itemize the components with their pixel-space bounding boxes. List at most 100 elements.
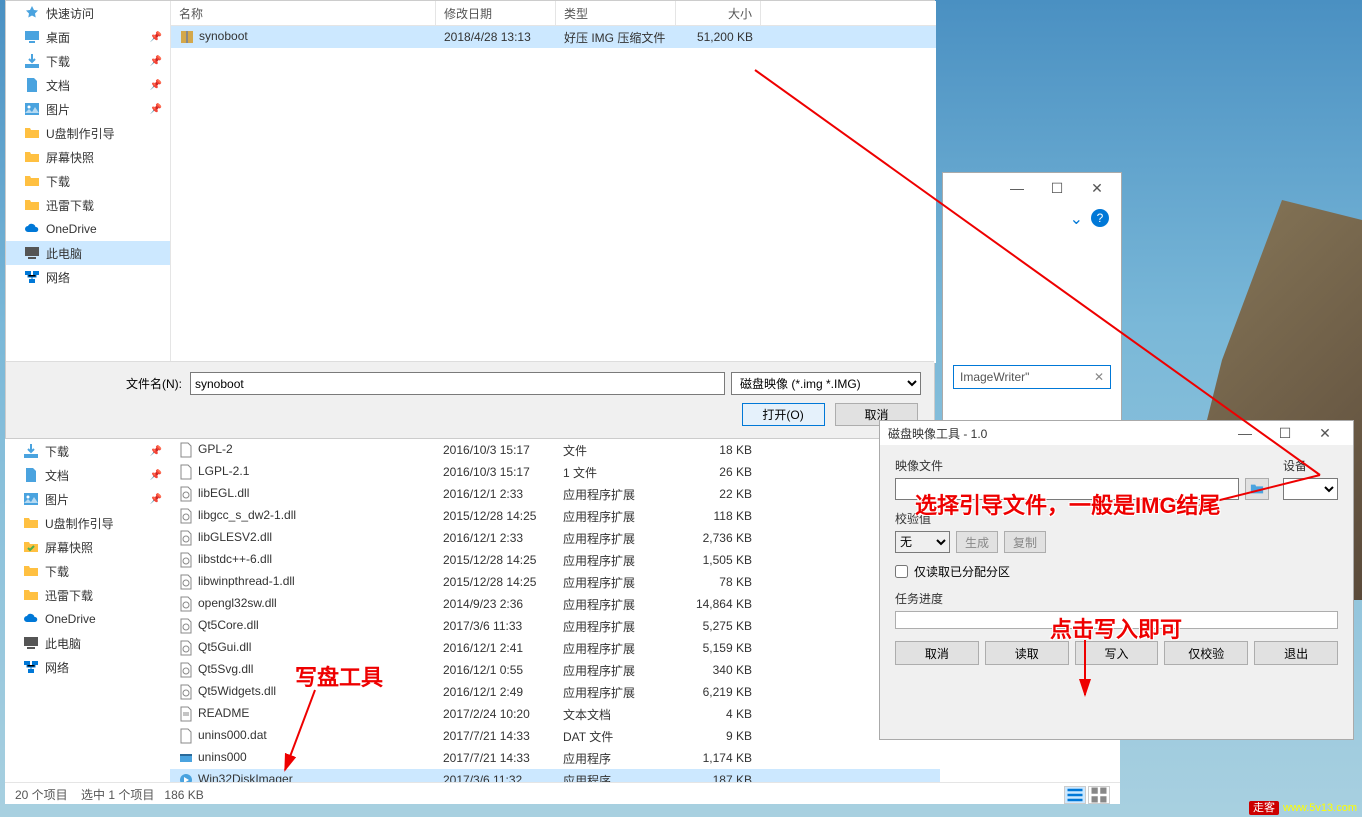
- file-row[interactable]: unins0002017/7/21 14:33应用程序1,174 KB: [170, 747, 940, 769]
- col-date-header[interactable]: 修改日期: [436, 1, 556, 25]
- file-row[interactable]: Qt5Svg.dll2016/12/1 0:55应用程序扩展340 KB: [170, 659, 940, 681]
- sidebar-item-10[interactable]: 此电脑: [6, 241, 170, 265]
- file-row[interactable]: LGPL-2.12016/10/3 15:171 文件26 KB: [170, 461, 940, 483]
- chevron-down-icon[interactable]: ⌄: [1070, 209, 1083, 229]
- dll-icon: [178, 640, 194, 656]
- sidebar-item-8[interactable]: 此电脑: [5, 631, 170, 655]
- col-name-header[interactable]: 名称: [171, 1, 436, 25]
- computer-icon: [24, 245, 40, 261]
- sidebar-item-label: 快速访问: [46, 5, 94, 22]
- hash-copy-button[interactable]: 复制: [1004, 531, 1046, 553]
- file-name: libgcc_s_dw2-1.dll: [198, 508, 296, 522]
- search-input[interactable]: ImageWriter" ✕: [953, 365, 1111, 389]
- file-row[interactable]: libgcc_s_dw2-1.dll2015/12/28 14:25应用程序扩展…: [170, 505, 940, 527]
- imager-maximize-button[interactable]: ☐: [1265, 419, 1305, 447]
- sidebar-item-label: 网络: [45, 659, 69, 676]
- sidebar-item-5[interactable]: 下载: [5, 559, 170, 583]
- sidebar-item-7[interactable]: 下载: [6, 169, 170, 193]
- imager-exit-button[interactable]: 退出: [1254, 641, 1338, 665]
- folder-icon: [24, 149, 40, 165]
- file-row[interactable]: Qt5Widgets.dll2016/12/1 2:49应用程序扩展6,219 …: [170, 681, 940, 703]
- file-size: 1,505 KB: [675, 551, 760, 569]
- sidebar-item-label: 下载: [45, 443, 69, 460]
- file-row[interactable]: libGLESV2.dll2016/12/1 2:33应用程序扩展2,736 K…: [170, 527, 940, 549]
- file-row[interactable]: GPL-22016/10/3 15:17文件18 KB: [170, 439, 940, 461]
- folder-icon: [23, 587, 39, 603]
- filelist-header: 名称 修改日期 类型 大小: [171, 1, 936, 26]
- close-button[interactable]: ✕: [1077, 174, 1117, 202]
- open-button[interactable]: 打开(O): [742, 403, 825, 426]
- sidebar-item-6[interactable]: 迅雷下载: [5, 583, 170, 607]
- file-row[interactable]: Qt5Gui.dll2016/12/1 2:41应用程序扩展5,159 KB: [170, 637, 940, 659]
- imager-write-button[interactable]: 写入: [1075, 641, 1159, 665]
- file-row[interactable]: README2017/2/24 10:20文本文档4 KB: [170, 703, 940, 725]
- clear-search-icon[interactable]: ✕: [1094, 370, 1104, 384]
- view-large-icon[interactable]: [1088, 786, 1110, 804]
- file-name: libGLESV2.dll: [198, 530, 272, 544]
- file-name: Qt5Core.dll: [198, 618, 259, 632]
- device-select[interactable]: [1283, 478, 1338, 500]
- hash-select[interactable]: 无: [895, 531, 950, 553]
- sidebar-item-11[interactable]: 网络: [6, 265, 170, 289]
- sidebar-item-1[interactable]: 文档📌: [5, 463, 170, 487]
- file-date: 2016/12/1 2:41: [435, 639, 555, 657]
- sidebar-item-2[interactable]: 下载📌: [6, 49, 170, 73]
- file-row[interactable]: libwinpthread-1.dll2015/12/28 14:25应用程序扩…: [170, 571, 940, 593]
- document-icon: [24, 77, 40, 93]
- file-name: LGPL-2.1: [198, 464, 249, 478]
- image-file-input[interactable]: [895, 478, 1239, 500]
- file-size: 6,219 KB: [675, 683, 760, 701]
- imager-read-button[interactable]: 读取: [985, 641, 1069, 665]
- file-name: Qt5Svg.dll: [198, 662, 253, 676]
- star-icon: [24, 5, 40, 21]
- minimize-button[interactable]: —: [997, 174, 1037, 202]
- sidebar-item-3[interactable]: U盘制作引导: [5, 511, 170, 535]
- col-type-header[interactable]: 类型: [556, 1, 676, 25]
- help-icon[interactable]: ?: [1091, 209, 1109, 227]
- sidebar-item-6[interactable]: 屏幕快照: [6, 145, 170, 169]
- file-row[interactable]: opengl32sw.dll2014/9/23 2:36应用程序扩展14,864…: [170, 593, 940, 615]
- hash-generate-button[interactable]: 生成: [956, 531, 998, 553]
- open-dialog-filelist: 名称 修改日期 类型 大小 synoboot2018/4/28 13:13好压 …: [171, 1, 936, 363]
- sidebar-item-7[interactable]: OneDrive: [5, 607, 170, 631]
- sidebar-item-4[interactable]: 屏幕快照: [5, 535, 170, 559]
- progress-bar: [895, 611, 1338, 629]
- dll-icon: [178, 596, 194, 612]
- pin-icon: 📌: [150, 494, 162, 505]
- sidebar-item-3[interactable]: 文档📌: [6, 73, 170, 97]
- file-row[interactable]: Qt5Core.dll2017/3/6 11:33应用程序扩展5,275 KB: [170, 615, 940, 637]
- sidebar-item-8[interactable]: 迅雷下载: [6, 193, 170, 217]
- file-row[interactable]: unins000.dat2017/7/21 14:33DAT 文件9 KB: [170, 725, 940, 747]
- file-row[interactable]: libstdc++-6.dll2015/12/28 14:25应用程序扩展1,5…: [170, 549, 940, 571]
- sidebar-item-9[interactable]: OneDrive: [6, 217, 170, 241]
- desktop-icon: [24, 29, 40, 45]
- imager-cancel-button[interactable]: 取消: [895, 641, 979, 665]
- file-size: 4 KB: [675, 705, 760, 723]
- imager-verify-button[interactable]: 仅校验: [1164, 641, 1248, 665]
- imager-close-button[interactable]: ✕: [1305, 419, 1345, 447]
- file-icon: [178, 728, 194, 744]
- read-alloc-checkbox[interactable]: [895, 565, 908, 578]
- sidebar-item-1[interactable]: 桌面📌: [6, 25, 170, 49]
- sidebar-item-label: 此电脑: [45, 635, 81, 652]
- sidebar-item-0[interactable]: 下载📌: [5, 439, 170, 463]
- col-size-header[interactable]: 大小: [676, 1, 761, 25]
- sidebar-item-label: 下载: [45, 563, 69, 580]
- sidebar-item-0[interactable]: 快速访问: [6, 1, 170, 25]
- file-size: 5,275 KB: [675, 617, 760, 635]
- file-size: 78 KB: [675, 573, 760, 591]
- file-row[interactable]: libEGL.dll2016/12/1 2:33应用程序扩展22 KB: [170, 483, 940, 505]
- sidebar-item-9[interactable]: 网络: [5, 655, 170, 679]
- filename-input[interactable]: [190, 372, 725, 395]
- filetype-select[interactable]: 磁盘映像 (*.img *.IMG): [731, 372, 921, 395]
- browse-folder-button[interactable]: [1245, 478, 1269, 500]
- maximize-button[interactable]: ☐: [1037, 174, 1077, 202]
- view-details-icon[interactable]: [1064, 786, 1086, 804]
- sidebar-item-5[interactable]: U盘制作引导: [6, 121, 170, 145]
- sidebar-item-2[interactable]: 图片📌: [5, 487, 170, 511]
- sidebar-item-4[interactable]: 图片📌: [6, 97, 170, 121]
- sidebar-item-label: 图片: [46, 101, 70, 118]
- file-name: libstdc++-6.dll: [198, 552, 272, 566]
- imager-minimize-button[interactable]: —: [1225, 419, 1265, 447]
- file-row[interactable]: synoboot2018/4/28 13:13好压 IMG 压缩文件51,200…: [171, 26, 936, 48]
